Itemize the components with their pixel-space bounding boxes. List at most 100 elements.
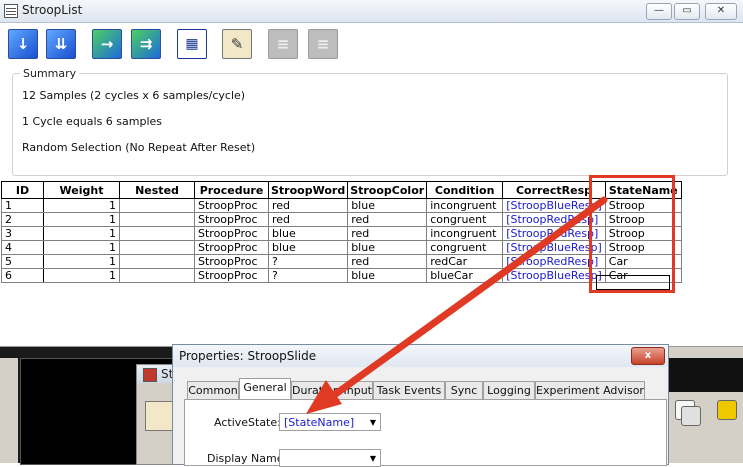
column-header[interactable]: Condition	[426, 181, 504, 199]
remove-level-icon: ≡	[276, 35, 290, 53]
tab-duration-input[interactable]: Duration/Input	[291, 381, 373, 400]
window-title: StroopList	[22, 3, 83, 17]
add-attribute-button[interactable]: →	[92, 29, 122, 59]
cell-procedure[interactable]: StroopProc	[194, 198, 269, 213]
add-level-icon: ↓	[16, 35, 30, 53]
cell-id[interactable]: 2	[1, 212, 44, 227]
remove-attribute-button[interactable]: ≡	[308, 29, 338, 59]
cell-id[interactable]: 6	[1, 268, 44, 283]
cell-id[interactable]: 5	[1, 254, 44, 269]
remove-level-button[interactable]: ≡	[268, 29, 298, 59]
cell-weight[interactable]: 1	[43, 240, 120, 255]
cell-nested[interactable]	[119, 198, 195, 213]
tab-logging[interactable]: Logging	[483, 381, 535, 400]
cell-nested[interactable]	[119, 240, 195, 255]
column-header[interactable]: Nested	[119, 181, 195, 199]
add-level-button[interactable]: ↓	[8, 29, 38, 59]
tab-sync[interactable]: Sync	[445, 381, 483, 400]
cell-procedure[interactable]: StroopProc	[194, 268, 269, 283]
dialog-close-button[interactable]: x	[631, 347, 665, 365]
cell-stroopword[interactable]: red	[267, 212, 349, 227]
general-tab-panel: ActiveState: [StateName] ▼ Display Name:…	[184, 399, 667, 467]
add-multiple-levels-button[interactable]: ⇊	[46, 29, 76, 59]
header-row: ID Weight Nested Procedure StroopWord St…	[1, 181, 682, 199]
tab-common[interactable]: Common	[187, 381, 239, 400]
slide-properties-icon[interactable]	[145, 401, 173, 431]
cell-condition[interactable]: congruent	[426, 212, 504, 227]
add-multiple-levels-icon: ⇊	[54, 35, 68, 53]
summary-cycle: 1 Cycle equals 6 samples	[22, 115, 163, 128]
active-state-select[interactable]: [StateName] ▼	[279, 413, 381, 431]
cell-id[interactable]: 4	[1, 240, 44, 255]
cell-nested[interactable]	[119, 254, 195, 269]
cell-procedure[interactable]: StroopProc	[194, 254, 269, 269]
cell-stroopcolor[interactable]: blue	[347, 198, 428, 213]
column-header[interactable]: ID	[1, 181, 44, 199]
cell-stroopword[interactable]: red	[267, 198, 349, 213]
cell-id[interactable]: 3	[1, 226, 44, 241]
cell-condition[interactable]: incongruent	[426, 198, 504, 213]
slide-window-icon	[143, 368, 157, 382]
background-right-area	[667, 346, 743, 463]
tab-task-events[interactable]: Task Events	[373, 381, 445, 400]
cell-condition[interactable]: congruent	[426, 240, 504, 255]
minimize-button[interactable]: —	[646, 3, 672, 20]
remove-attribute-icon: ≡	[316, 35, 330, 53]
cell-stroopword[interactable]: blue	[267, 226, 349, 241]
summary-samples: 12 Samples (2 cycles x 6 samples/cycle)	[22, 89, 246, 102]
table-row: 5 1 StroopProc ? red redCar [StroopRedRe…	[1, 254, 682, 269]
list-icon	[4, 4, 18, 18]
grid-button[interactable]: ▦	[177, 29, 207, 59]
add-multiple-attributes-button[interactable]: ⇉	[131, 29, 161, 59]
grid-icon: ▦	[185, 36, 199, 52]
cell-stroopword[interactable]: blue	[267, 240, 349, 255]
properties-dialog: Properties: StroopSlide x Common General…	[172, 344, 669, 467]
properties-button[interactable]: ✎	[222, 29, 252, 59]
table-row: 1 1 StroopProc red blue incongruent [Str…	[1, 198, 682, 213]
cell-stroopcolor[interactable]: blue	[347, 268, 428, 283]
chevron-down-icon: ▼	[369, 454, 376, 463]
display-name-label: Display Name:	[207, 452, 288, 465]
cell-nested[interactable]	[119, 226, 195, 241]
cell-condition[interactable]: incongruent	[426, 226, 504, 241]
cell-nested[interactable]	[119, 212, 195, 227]
column-header[interactable]: StroopColor	[347, 181, 428, 199]
cell-weight[interactable]: 1	[43, 198, 120, 213]
statename-highlight-box	[589, 175, 675, 293]
chevron-down-icon: ▼	[369, 418, 376, 427]
cell-id[interactable]: 1	[1, 198, 44, 213]
cell-weight[interactable]: 1	[43, 254, 120, 269]
close-button[interactable]: ✕	[705, 3, 737, 20]
list-toolbar: ↓ ⇊ → ⇉ ▦ ✎ ≡ ≡	[0, 23, 743, 63]
list-title-bar: StroopList — ▭ ✕	[0, 0, 743, 23]
cell-stroopword[interactable]: ?	[267, 268, 349, 283]
summary-selection: Random Selection (No Repeat After Reset)	[22, 141, 256, 154]
cell-stroopword[interactable]: ?	[267, 254, 349, 269]
dialog-title: Properties: StroopSlide	[179, 349, 317, 363]
column-header[interactable]: Procedure	[194, 181, 269, 199]
cell-stroopcolor[interactable]: blue	[347, 240, 428, 255]
display-name-select[interactable]: ▼	[279, 449, 381, 467]
cell-condition[interactable]: blueCar	[426, 268, 504, 283]
stroop-list-window: StroopList — ▭ ✕ ↓ ⇊ → ⇉ ▦ ✎ ≡ ≡ Summary…	[0, 0, 743, 347]
properties-icon: ✎	[230, 35, 244, 53]
cell-nested[interactable]	[119, 268, 195, 283]
cell-stroopcolor[interactable]: red	[347, 226, 428, 241]
table-row: 4 1 StroopProc blue blue congruent [Stro…	[1, 240, 682, 255]
cell-procedure[interactable]: StroopProc	[194, 212, 269, 227]
cell-stroopcolor[interactable]: red	[347, 212, 428, 227]
cell-condition[interactable]: redCar	[426, 254, 504, 269]
column-header[interactable]: Weight	[43, 181, 120, 199]
tab-experiment-advisor[interactable]: Experiment Advisor	[535, 381, 645, 400]
cell-procedure[interactable]: StroopProc	[194, 226, 269, 241]
maximize-button[interactable]: ▭	[674, 3, 700, 20]
tab-general[interactable]: General	[239, 378, 291, 401]
summary-legend: Summary	[20, 67, 80, 80]
cell-procedure[interactable]: StroopProc	[194, 240, 269, 255]
cell-weight[interactable]: 1	[43, 268, 120, 283]
cell-weight[interactable]: 1	[43, 212, 120, 227]
cell-stroopcolor[interactable]: red	[347, 254, 428, 269]
column-header[interactable]: StroopWord	[267, 181, 349, 199]
active-state-label: ActiveState:	[214, 416, 281, 429]
cell-weight[interactable]: 1	[43, 226, 120, 241]
